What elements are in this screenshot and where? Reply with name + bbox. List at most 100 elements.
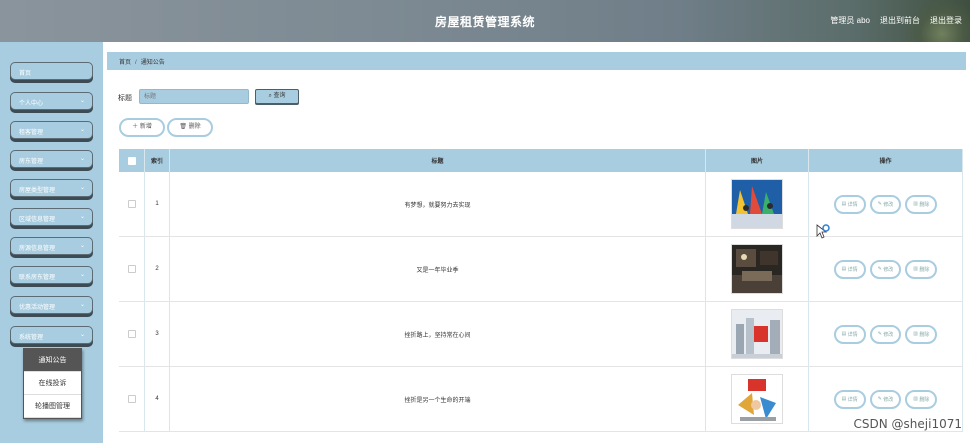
trash-icon: ▥ bbox=[913, 266, 919, 272]
row-thumbnail[interactable] bbox=[731, 309, 783, 359]
pencil-icon: ✎ bbox=[877, 396, 882, 402]
app-title: 房屋租赁管理系统 bbox=[434, 15, 535, 29]
row-image-cell bbox=[706, 367, 809, 431]
sidebar-item-contact-landlord[interactable]: 联系房东管理 ⌄ bbox=[10, 266, 93, 284]
search-input[interactable] bbox=[139, 89, 249, 104]
query-button[interactable]: ⌕ 查询 bbox=[255, 89, 299, 104]
edit-button-label: 修改 bbox=[883, 201, 894, 208]
row-checkbox[interactable] bbox=[127, 330, 136, 338]
row-title: 有梦想，就要努力去实现 bbox=[170, 172, 706, 236]
row-checkbox[interactable] bbox=[127, 265, 136, 273]
delete-row-button[interactable]: ▥ 删除 bbox=[905, 194, 938, 214]
trash-icon: ▥ bbox=[913, 201, 919, 207]
table-row: 4 挫折是另一个生命的开端 ▤ 详情 ✎ 修改 ▥ 删除 bbox=[119, 367, 963, 432]
sidebar-item-label: 房东管理 bbox=[19, 159, 44, 165]
row-checkbox-cell bbox=[119, 367, 145, 431]
trash-icon: ▥ bbox=[913, 396, 919, 402]
detail-button-label: 详情 bbox=[847, 201, 858, 208]
header-actions: 操作 bbox=[809, 149, 963, 172]
chevron-down-icon: ⌄ bbox=[80, 98, 86, 104]
table-row: 3 挫折路上，坚持常在心间 ▤ 详情 ✎ 修改 ▥ 删除 bbox=[119, 302, 963, 367]
row-image-cell bbox=[706, 172, 809, 236]
detail-button-label: 详情 bbox=[847, 331, 858, 338]
sidebar-item-house-type[interactable]: 房屋类型管理 ⌄ bbox=[10, 179, 93, 197]
row-image-cell bbox=[706, 302, 809, 366]
row-actions: ▤ 详情 ✎ 修改 ▥ 删除 bbox=[809, 172, 963, 236]
header-image: 图片 bbox=[706, 149, 809, 172]
backstage-link[interactable]: 退出到前台 bbox=[880, 15, 920, 26]
row-thumbnail[interactable] bbox=[731, 179, 783, 229]
delete-button[interactable]: 🗑 删除 bbox=[167, 118, 213, 137]
row-image-cell bbox=[706, 237, 809, 301]
sidebar-item-tenant[interactable]: 租客管理 ⌄ bbox=[10, 121, 93, 139]
logout-link[interactable]: 退出登录 bbox=[930, 15, 962, 26]
thumbnail-image bbox=[732, 180, 782, 228]
pencil-icon: ✎ bbox=[877, 331, 882, 337]
row-thumbnail[interactable] bbox=[731, 244, 783, 294]
edit-button[interactable]: ✎ 修改 bbox=[869, 324, 902, 344]
pencil-icon: ✎ bbox=[877, 201, 882, 207]
row-title: 又是一年毕业季 bbox=[170, 237, 706, 301]
delete-row-button[interactable]: ▥ 删除 bbox=[905, 389, 938, 409]
row-checkbox[interactable] bbox=[127, 200, 136, 208]
row-title: 挫折路上，坚持常在心间 bbox=[170, 302, 706, 366]
add-button-label: 新增 bbox=[139, 124, 152, 130]
chevron-down-icon: ⌄ bbox=[80, 127, 86, 133]
sidebar-item-home[interactable]: 首页 bbox=[10, 62, 93, 80]
detail-button[interactable]: ▤ 详情 bbox=[833, 389, 866, 409]
edit-button-label: 修改 bbox=[883, 266, 894, 273]
edit-button-label: 修改 bbox=[883, 331, 894, 338]
table-row: 1 有梦想，就要努力去实现 ▤ 详情 ✎ 修改 ▥ 删除 bbox=[119, 172, 963, 237]
select-all-checkbox[interactable] bbox=[127, 156, 136, 165]
chevron-down-icon: ⌄ bbox=[80, 243, 86, 249]
detail-button[interactable]: ▤ 详情 bbox=[833, 194, 866, 214]
delete-row-button[interactable]: ▥ 删除 bbox=[905, 324, 938, 344]
submenu-item-notice[interactable]: 通知公告 bbox=[24, 349, 81, 372]
chevron-down-icon: ⌄ bbox=[80, 302, 86, 308]
sidebar-item-region[interactable]: 区域信息管理 ⌄ bbox=[10, 208, 93, 226]
row-thumbnail[interactable] bbox=[731, 374, 783, 424]
delete-row-button-label: 删除 bbox=[919, 331, 930, 338]
notice-table: 索引 标题 图片 操作 1 有梦想，就要努力去实现 ▤ 详情 ✎ 修改 ▥ 删除… bbox=[119, 149, 963, 432]
header-nav: 管理员 abo 退出到前台 退出登录 bbox=[830, 15, 962, 26]
sidebar-item-landlord[interactable]: 房东管理 ⌄ bbox=[10, 150, 93, 168]
sidebar-item-promotion[interactable]: 优惠活动管理 ⌄ bbox=[10, 296, 93, 314]
chevron-down-icon: ⌄ bbox=[80, 156, 86, 162]
delete-button-label: 删除 bbox=[188, 124, 201, 130]
row-index: 1 bbox=[145, 172, 170, 236]
chevron-down-icon: ⌄ bbox=[80, 272, 86, 278]
edit-button[interactable]: ✎ 修改 bbox=[869, 194, 902, 214]
row-checkbox-cell bbox=[119, 172, 145, 236]
mouse-cursor-icon bbox=[816, 224, 830, 239]
thumbnail-image bbox=[732, 310, 782, 358]
sidebar-item-system[interactable]: 系统管理 ⌄ bbox=[10, 326, 93, 344]
edit-button[interactable]: ✎ 修改 bbox=[869, 389, 902, 409]
document-icon: ▤ bbox=[841, 201, 847, 207]
query-button-label: 查询 bbox=[273, 93, 286, 99]
detail-button[interactable]: ▤ 详情 bbox=[833, 259, 866, 279]
row-title: 挫折是另一个生命的开端 bbox=[170, 367, 706, 431]
sidebar-item-personal-center[interactable]: 个人中心 ⌄ bbox=[10, 92, 93, 110]
breadcrumb-separator: / bbox=[135, 60, 137, 66]
breadcrumb-home[interactable]: 首页 bbox=[119, 60, 131, 66]
thumbnail-image bbox=[732, 245, 782, 293]
row-index: 2 bbox=[145, 237, 170, 301]
document-icon: ▤ bbox=[841, 331, 847, 337]
sidebar-item-listing[interactable]: 房源信息管理 ⌄ bbox=[10, 237, 93, 255]
sidebar-item-label: 房源信息管理 bbox=[19, 246, 56, 252]
row-checkbox-cell bbox=[119, 237, 145, 301]
edit-button[interactable]: ✎ 修改 bbox=[869, 259, 902, 279]
sidebar-item-label: 房屋类型管理 bbox=[19, 188, 56, 194]
plus-icon: ＋ bbox=[132, 124, 139, 130]
row-checkbox[interactable] bbox=[127, 395, 136, 403]
detail-button[interactable]: ▤ 详情 bbox=[833, 324, 866, 344]
submenu-item-complaint[interactable]: 在线投诉 bbox=[24, 372, 81, 395]
add-button[interactable]: ＋ 新增 bbox=[119, 118, 165, 137]
table-row: 2 又是一年毕业季 ▤ 详情 ✎ 修改 ▥ 删除 bbox=[119, 237, 963, 302]
delete-row-button[interactable]: ▥ 删除 bbox=[905, 259, 938, 279]
document-icon: ▤ bbox=[841, 396, 847, 402]
sidebar-item-label: 优惠活动管理 bbox=[19, 305, 56, 311]
delete-row-button-label: 删除 bbox=[919, 396, 930, 403]
submenu-item-carousel[interactable]: 轮播图管理 bbox=[24, 395, 81, 418]
row-index: 3 bbox=[145, 302, 170, 366]
